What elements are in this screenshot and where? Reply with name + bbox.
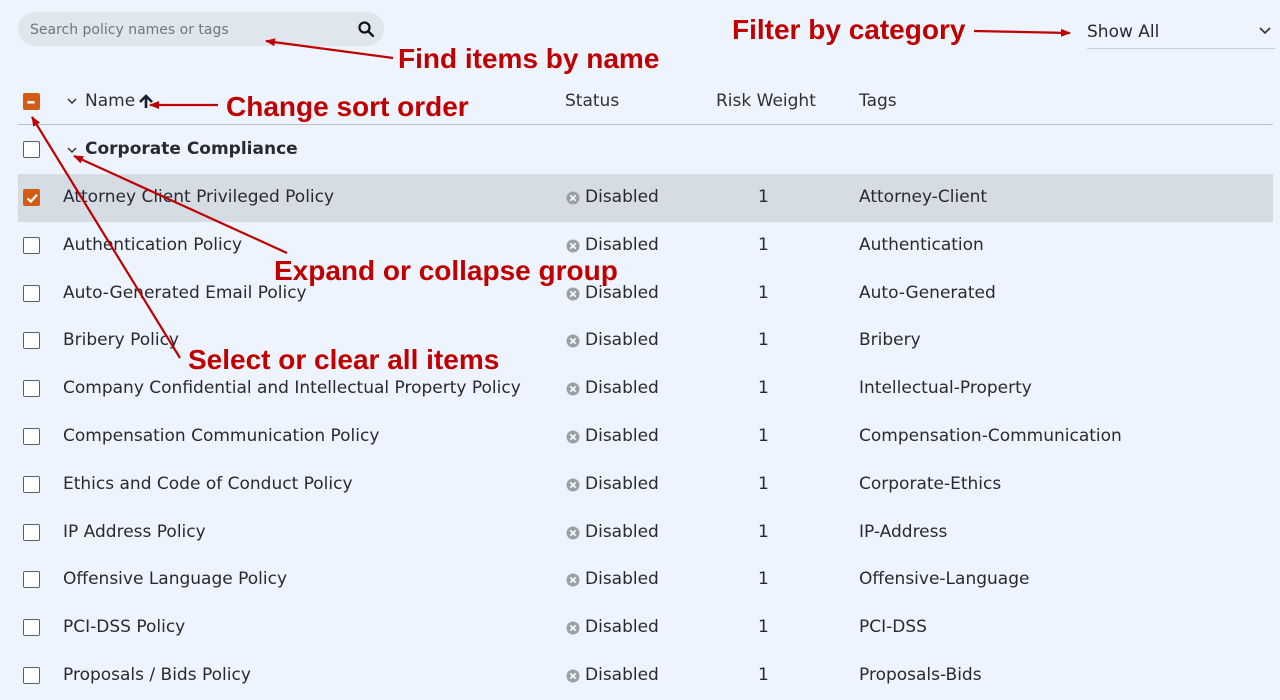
policy-risk-weight: 1 xyxy=(758,473,769,494)
disabled-status-icon xyxy=(566,478,580,492)
policy-status: Disabled xyxy=(585,617,659,638)
row-checkbox[interactable] xyxy=(23,571,40,589)
disabled-status-icon xyxy=(566,621,580,635)
table-row[interactable]: PCI-DSS Policy Disabled 1 PCI-DSS xyxy=(18,604,1273,652)
arrow-filter xyxy=(973,28,1071,37)
table-row[interactable]: Authentication Policy Disabled 1 Authentica… xyxy=(18,222,1273,270)
policy-tags: Proposals-Bids xyxy=(859,665,982,685)
row-checkbox[interactable] xyxy=(23,619,40,637)
disabled-status-icon xyxy=(566,334,580,348)
header-divider xyxy=(18,124,1273,125)
policy-tags: Corporate-Ethics xyxy=(859,473,1002,494)
policy-tags: Offensive-Language xyxy=(859,569,1030,590)
policy-tags: IP-Address xyxy=(859,521,948,542)
checkmark-icon xyxy=(26,194,38,204)
search-box[interactable] xyxy=(18,12,384,46)
chevron-down-icon[interactable] xyxy=(67,98,77,105)
annotation-filter: Filter by category xyxy=(732,14,966,45)
row-checkbox[interactable] xyxy=(23,380,40,398)
policy-name: Attorney Client Privileged Policy xyxy=(63,187,335,207)
disabled-status-icon xyxy=(566,573,580,587)
policy-status: Disabled xyxy=(585,569,659,590)
policy-name: Authentication Policy xyxy=(63,234,243,255)
row-checkbox[interactable] xyxy=(23,332,40,350)
disabled-status-icon xyxy=(566,526,580,540)
policy-name: Offensive Language Policy xyxy=(63,569,288,590)
policy-name: Bribery Policy xyxy=(63,330,179,351)
policy-tags: Auto-Generated xyxy=(859,282,996,303)
disabled-status-icon xyxy=(566,669,580,683)
policy-status: Disabled xyxy=(585,330,659,351)
policy-risk-weight: 1 xyxy=(758,378,769,399)
row-checkbox[interactable] xyxy=(23,189,40,206)
group-checkbox[interactable] xyxy=(23,141,40,158)
chevron-down-icon xyxy=(1259,27,1271,35)
annotation-select: Select or clear all items xyxy=(188,344,500,375)
policy-tags: Compensation-Communication xyxy=(859,426,1122,446)
category-filter-value: Show All xyxy=(1087,22,1160,42)
policy-status: Disabled xyxy=(585,473,659,494)
policy-name: Auto-Generated Email Policy xyxy=(63,282,307,303)
column-header-name[interactable]: Name xyxy=(85,91,135,111)
minus-icon xyxy=(27,101,35,104)
policy-status: Disabled xyxy=(585,426,659,446)
policy-risk-weight: 1 xyxy=(758,187,769,207)
disabled-status-icon xyxy=(566,430,580,444)
policy-risk-weight: 1 xyxy=(758,330,769,351)
row-checkbox[interactable] xyxy=(23,523,40,541)
column-header-status[interactable]: Status xyxy=(565,91,619,111)
policy-name: Ethics and Code of Conduct Policy xyxy=(63,473,353,494)
policy-risk-weight: 1 xyxy=(758,521,769,542)
policy-name: Compensation Communication Policy xyxy=(63,426,380,446)
policy-risk-weight: 1 xyxy=(758,665,769,685)
disabled-status-icon xyxy=(566,191,580,205)
disabled-status-icon xyxy=(566,382,580,396)
disabled-status-icon xyxy=(566,287,580,301)
policy-risk-weight: 1 xyxy=(758,617,769,638)
policy-status: Disabled xyxy=(585,187,659,207)
table-row[interactable]: Auto-Generated Email Policy Disabled 1 Auto… xyxy=(18,270,1273,318)
annotation-expand: Expand or collapse group xyxy=(274,255,618,286)
policy-name: PCI-DSS Policy xyxy=(63,617,186,638)
row-checkbox[interactable] xyxy=(23,284,40,302)
table-row[interactable]: Attorney Client Privileged Policy Disable… xyxy=(18,174,1273,222)
row-checkbox[interactable] xyxy=(23,236,40,254)
sort-ascending-icon[interactable] xyxy=(138,94,154,108)
group-label: Corporate Compliance xyxy=(85,139,298,159)
policy-status: Disabled xyxy=(585,378,659,399)
policy-name: Proposals / Bids Policy xyxy=(63,665,251,685)
table-row[interactable]: Ethics and Code of Conduct Policy Disable… xyxy=(18,461,1273,509)
row-checkbox[interactable] xyxy=(23,475,40,493)
policy-status: Disabled xyxy=(585,234,659,255)
policy-tags: PCI-DSS xyxy=(859,617,927,638)
column-header-tags[interactable]: Tags xyxy=(859,91,897,111)
search-input[interactable] xyxy=(28,19,342,41)
policy-status: Disabled xyxy=(585,521,659,542)
select-all-checkbox[interactable] xyxy=(23,93,40,110)
policy-status: Disabled xyxy=(585,665,659,685)
policy-tags: Attorney-Client xyxy=(859,187,988,207)
policy-risk-weight: 1 xyxy=(758,426,769,446)
policy-risk-weight: 1 xyxy=(758,234,769,255)
policy-tags: Authentication xyxy=(859,234,984,255)
table-row[interactable]: Compensation Communication Policy Disable… xyxy=(18,413,1273,461)
table-row[interactable]: IP Address Policy Disabled 1 IP-Address xyxy=(18,509,1273,557)
policy-tags: Bribery xyxy=(859,330,921,351)
row-checkbox[interactable] xyxy=(23,667,40,684)
annotation-sort: Change sort order xyxy=(226,91,469,122)
search-icon[interactable] xyxy=(358,21,374,37)
annotation-find: Find items by name xyxy=(398,43,660,74)
policy-name: Company Confidential and Intellectual Pr… xyxy=(63,378,521,399)
policy-risk-weight: 1 xyxy=(758,569,769,590)
disabled-status-icon xyxy=(566,239,580,253)
policy-tags: Intellectual-Property xyxy=(859,378,1032,399)
table-row[interactable]: Offensive Language Policy Disabled 1 Offens… xyxy=(18,556,1273,604)
policy-name: IP Address Policy xyxy=(63,521,206,542)
policy-risk-weight: 1 xyxy=(758,282,769,303)
category-filter-select[interactable]: Show All xyxy=(1087,16,1275,49)
chevron-down-icon[interactable] xyxy=(67,147,77,154)
column-header-risk-weight[interactable]: Risk Weight xyxy=(716,91,816,111)
row-checkbox[interactable] xyxy=(23,428,40,445)
